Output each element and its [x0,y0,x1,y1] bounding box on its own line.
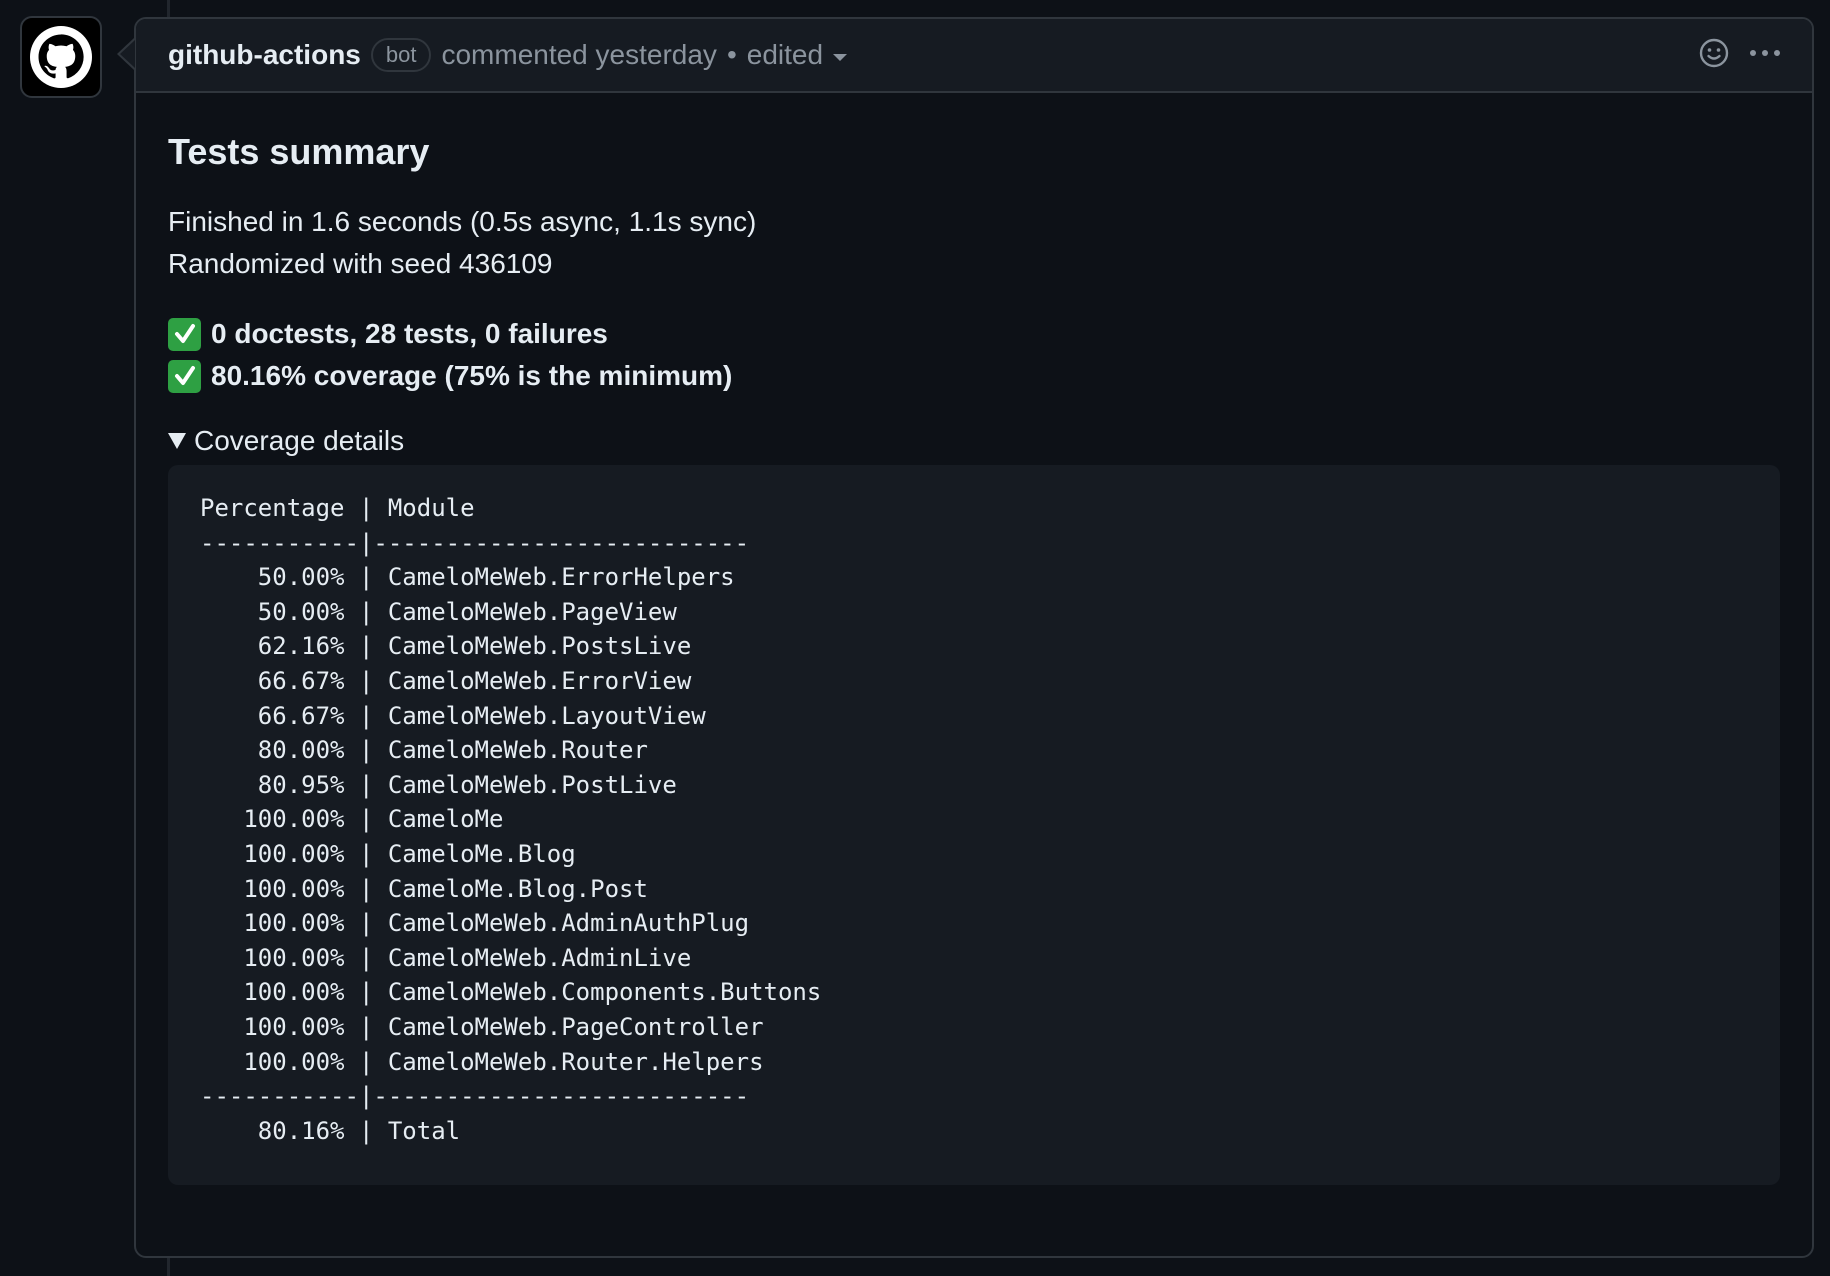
code-line: Percentage | Module [200,494,475,522]
code-line: 100.00% | CameloMeWeb.Components.Buttons [200,978,822,1007]
code-line: 100.00% | CameloMeWeb.AdminAuthPlug [200,909,750,938]
coverage-details-label: Coverage details [194,425,405,456]
comment-body: Tests summary Finished in 1.6 seconds (0… [136,93,1812,1217]
timing-line: Finished in 1.6 seconds (0.5s async, 1.1… [168,206,757,237]
code-line: 100.00% | CameloMe [200,805,504,834]
code-line: 62.16% | CameloMeWeb.PostsLive [200,632,692,661]
kebab-menu-icon[interactable] [1748,48,1782,58]
code-line: 66.67% | CameloMeWeb.ErrorView [200,666,692,695]
coverage-code-block: Percentage | Module -----------|---------… [168,465,1780,1185]
code-line: 50.00% | CameloMeWeb.PageView [200,597,677,626]
code-line: 100.00% | CameloMe.Blog.Post [200,874,648,903]
coverage-details-toggle[interactable]: Coverage details [168,425,1780,457]
coverage-result-line: 80.16% coverage (75% is the minimum) [168,355,1780,397]
seed-line: Randomized with seed 436109 [168,248,553,279]
triangle-down-icon [168,433,186,449]
smiley-icon[interactable] [1698,37,1730,69]
check-mark-icon [168,359,201,393]
code-line: 100.00% | CameloMeWeb.PageController [200,1012,764,1041]
code-line: 100.00% | CameloMeWeb.AdminLive [200,943,692,972]
code-line: 100.00% | CameloMeWeb.Router.Helpers [200,1047,764,1076]
edited-dropdown[interactable]: edited [746,39,848,71]
code-line: 80.95% | CameloMeWeb.PostLive [200,770,677,799]
timeline: github-actions bot commented yesterday •… [0,0,1830,1276]
code-line: 50.00% | CameloMeWeb.ErrorHelpers [200,563,735,592]
chevron-down-icon [833,53,848,61]
timing-block: Finished in 1.6 seconds (0.5s async, 1.1… [168,201,1780,285]
code-line: -----------|-------------------------- [200,528,750,557]
github-logo-icon [30,26,92,88]
comment-caret-inner [120,40,135,68]
author-link[interactable]: github-actions [168,39,361,71]
check-mark-icon [168,317,201,351]
avatar[interactable] [20,16,102,98]
coverage-result-text: 80.16% coverage (75% is the minimum) [211,360,733,391]
code-line: 66.67% | CameloMeWeb.LayoutView [200,701,706,730]
header-actions [1698,37,1782,69]
tests-result-text: 0 doctests, 28 tests, 0 failures [211,318,608,349]
code-line: -----------|-------------------------- [200,1082,750,1111]
summary-heading: Tests summary [168,131,430,172]
code-line: 100.00% | CameloMe.Blog [200,839,576,868]
comment-timestamp[interactable]: commented yesterday [441,39,716,71]
edited-label: edited [746,39,824,70]
comment-header: github-actions bot commented yesterday •… [136,19,1812,93]
separator-dot: • [726,39,737,70]
code-line: 80.00% | CameloMeWeb.Router [200,736,648,765]
bot-badge: bot [370,38,432,72]
code-line: 80.16% | Total [200,1116,461,1145]
tests-result-line: 0 doctests, 28 tests, 0 failures [168,313,1780,355]
comment-box: github-actions bot commented yesterday •… [134,17,1814,1258]
